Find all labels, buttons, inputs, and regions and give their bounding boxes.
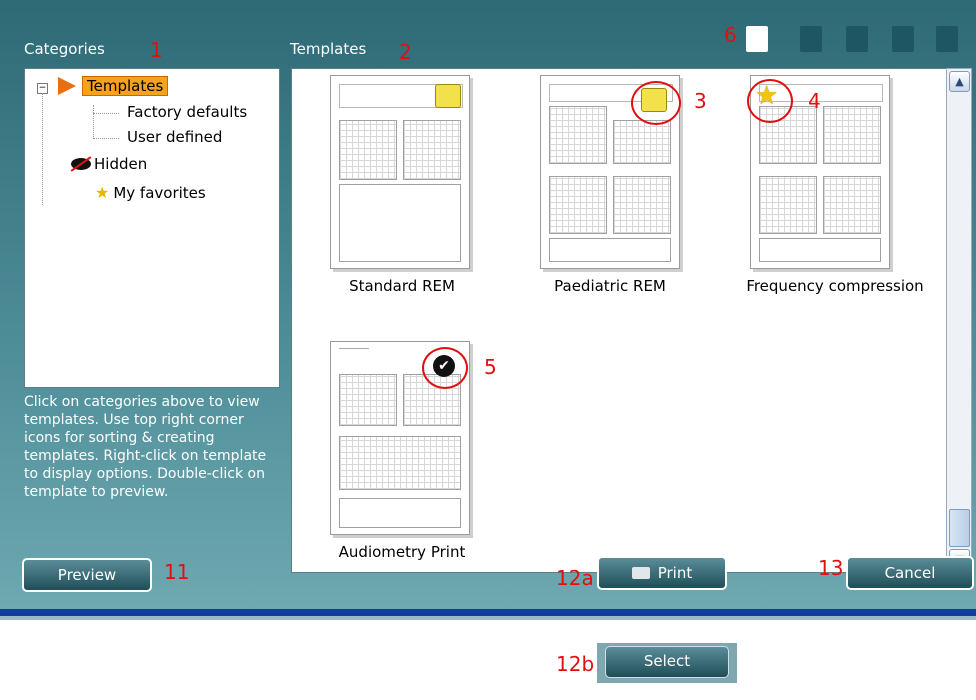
callout-11: 11: [164, 560, 190, 584]
categories-heading: Categories: [24, 40, 105, 58]
lock-icon: [435, 84, 461, 108]
thumb-notes-box: [759, 238, 881, 262]
template-name: Standard REM: [349, 277, 455, 295]
tree-connector: [93, 138, 119, 139]
callout-12b: 12b: [556, 652, 595, 676]
star-icon: ★: [95, 183, 110, 202]
callout-circle-4: [747, 79, 793, 123]
callout-12a: 12a: [556, 566, 594, 590]
thumb-notes-box: [339, 184, 461, 262]
thumb-graph: [339, 120, 397, 180]
thumb-graph: [823, 106, 881, 164]
thumb-graph: [613, 120, 671, 164]
tree-connector: [93, 105, 94, 139]
tree-connector: [42, 93, 43, 205]
hidden-eye-icon: [70, 156, 92, 172]
template-name: Paediatric REM: [554, 277, 666, 295]
tree-node-factory-defaults[interactable]: Factory defaults: [127, 103, 247, 121]
thumb-notes-box: [549, 238, 671, 262]
sort-icon-2[interactable]: [846, 26, 868, 52]
thumb-header: [339, 348, 369, 369]
thumb-graph: [613, 176, 671, 234]
callout-6: 6: [724, 23, 737, 47]
preview-button[interactable]: Preview: [22, 558, 152, 592]
thumb-graph: [759, 176, 817, 234]
thumb-graph: [339, 374, 397, 426]
category-tree: − Templates Factory defaults User defined…: [24, 68, 280, 388]
thumb-graph: [823, 176, 881, 234]
callout-circle-3: [631, 81, 681, 125]
scroll-thumb[interactable]: [949, 509, 970, 547]
sort-icon-1[interactable]: [800, 26, 822, 52]
template-name: Frequency compression: [746, 277, 924, 295]
tree-node-user-defined[interactable]: User defined: [127, 128, 222, 146]
tree-node-favorites[interactable]: ★ My favorites: [95, 183, 206, 202]
tree-node-templates[interactable]: − Templates: [37, 76, 169, 96]
thumb-graph: [403, 120, 461, 180]
vertical-scrollbar[interactable]: ▲ ▼: [946, 68, 972, 573]
callout-circle-5: [422, 347, 468, 389]
callout-13: 13: [818, 556, 844, 580]
template-thumbnail-standard-rem[interactable]: [330, 75, 470, 269]
sort-icon-4[interactable]: [936, 26, 958, 52]
thumb-graph: [549, 176, 607, 234]
printer-icon: [631, 567, 650, 579]
tree-node-label: Templates: [82, 76, 169, 96]
divider-line: [0, 616, 976, 620]
template-dialog: Categories 1 Templates 2 6 − Templates Fa…: [0, 0, 976, 616]
sort-icon-3[interactable]: [892, 26, 914, 52]
new-template-icon[interactable]: [746, 26, 768, 52]
callout-1: 1: [150, 38, 163, 62]
thumb-graph: [549, 106, 607, 164]
templates-heading: Templates: [290, 40, 367, 58]
callout-3: 3: [694, 89, 707, 113]
print-button[interactable]: Print: [597, 556, 727, 590]
callout-5: 5: [484, 355, 497, 379]
thumb-notes-box: [339, 498, 461, 528]
divider-line: [0, 609, 976, 616]
tree-node-hidden[interactable]: Hidden: [70, 155, 148, 173]
template-grid: Standard REM 3 Paediatric REM ★ 4 Freque…: [291, 68, 948, 573]
arrow-icon: [58, 77, 76, 95]
help-text: Click on categories above to view templa…: [24, 394, 267, 500]
print-label: Print: [657, 564, 693, 582]
thumb-graph: [339, 436, 461, 490]
tree-node-label: My favorites: [113, 184, 206, 202]
callout-2: 2: [399, 40, 412, 64]
tree-node-label: Hidden: [94, 155, 148, 173]
scroll-up-button[interactable]: ▲: [949, 71, 970, 92]
select-button[interactable]: Select: [605, 646, 729, 678]
cancel-button[interactable]: Cancel: [846, 556, 974, 590]
tree-connector: [93, 113, 119, 114]
template-name: Audiometry Print: [338, 543, 466, 561]
callout-4: 4: [808, 89, 821, 113]
